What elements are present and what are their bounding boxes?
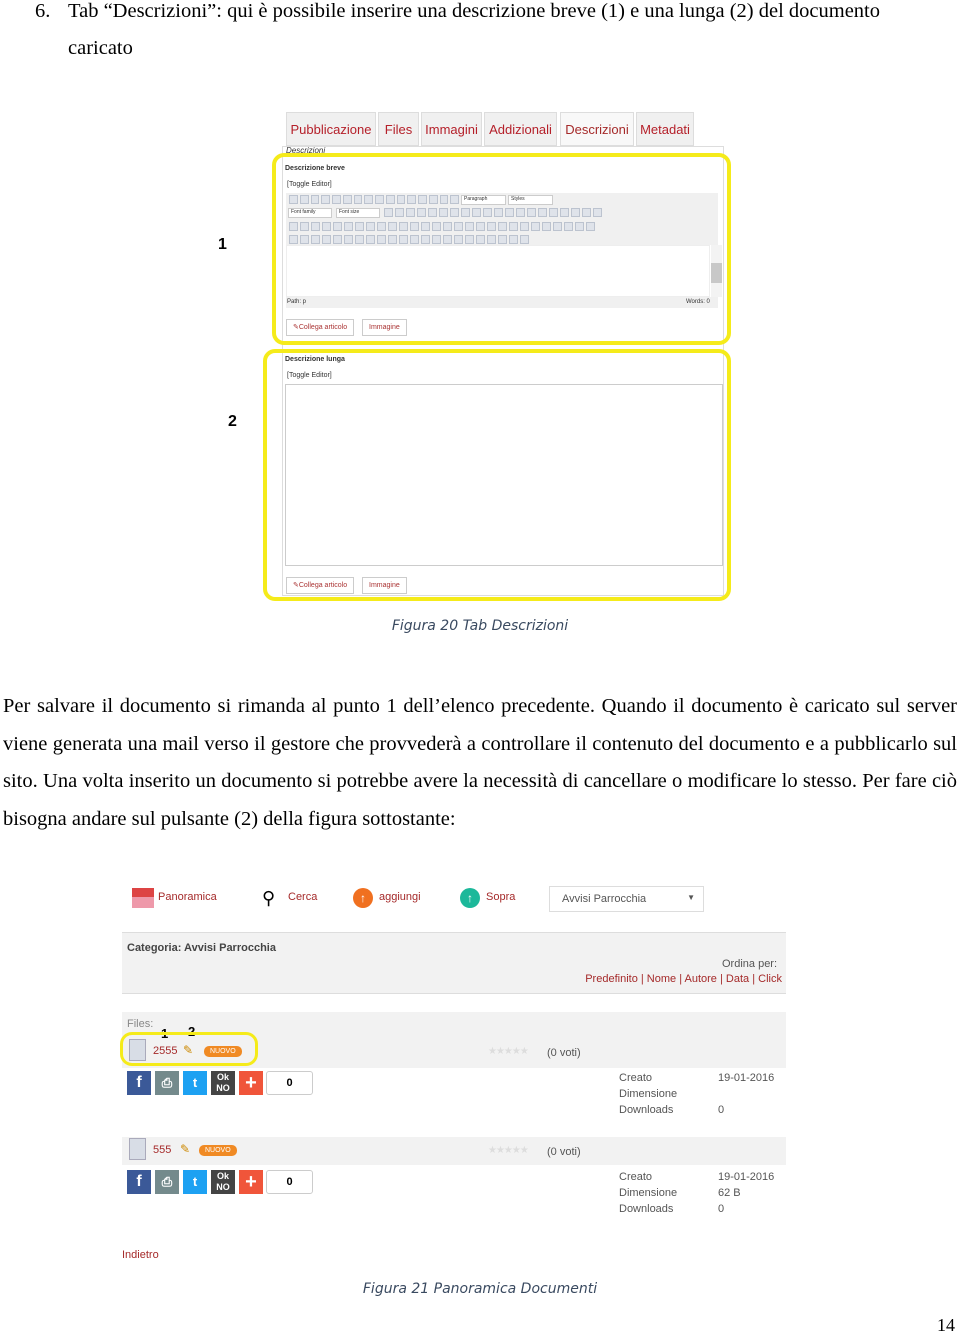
- nav-panoramica[interactable]: Panoramica: [158, 891, 217, 903]
- nav-sopra[interactable]: Sopra: [486, 891, 515, 903]
- meta-label: Downloads: [619, 1104, 674, 1116]
- facebook-share-button[interactable]: f: [127, 1071, 151, 1095]
- twitter-share-button[interactable]: t: [183, 1071, 207, 1095]
- nav-cerca[interactable]: Cerca: [288, 891, 317, 903]
- page-number: 14: [937, 1315, 955, 1335]
- print-button[interactable]: ⎙: [155, 1071, 179, 1095]
- oknotizie-share-button[interactable]: Ok NO: [211, 1170, 235, 1194]
- tab-immagini[interactable]: Immagini: [421, 112, 482, 146]
- marker-2: 2: [228, 413, 237, 430]
- meta-value: 0: [718, 1104, 725, 1116]
- document-icon: [129, 1138, 146, 1160]
- add-share-button[interactable]: +: [239, 1170, 263, 1194]
- meta-label: Downloads: [619, 1203, 674, 1215]
- heading-number: 6.: [35, 0, 51, 22]
- rating-stars[interactable]: ★★★★★: [488, 1145, 529, 1156]
- dropdown-arrow-icon: ▼: [687, 893, 695, 902]
- meta-label: Dimensione: [619, 1088, 678, 1100]
- meta-label: Creato: [619, 1072, 653, 1084]
- order-nome[interactable]: Nome: [647, 973, 676, 985]
- vote-count: (0 voti): [547, 1047, 581, 1059]
- meta-value: 19-01-2016: [718, 1171, 775, 1183]
- highlight-short-description: [272, 153, 731, 345]
- tab-metadati[interactable]: Metadati: [636, 112, 694, 146]
- highlight-file-actions: [120, 1032, 258, 1066]
- category-title: Categoria: Avvisi Parrocchia: [127, 942, 276, 954]
- heading-text: Tab “Descrizioni”: qui è possibile inser…: [68, 0, 881, 22]
- home-icon: [132, 888, 154, 908]
- figure-caption: Figura 20 Tab Descrizioni: [391, 618, 569, 634]
- share-count: 0: [266, 1071, 313, 1095]
- vote-count: (0 voti): [547, 1146, 581, 1158]
- nav-aggiungi[interactable]: aggiungi: [379, 891, 421, 903]
- new-badge: NUOVO: [199, 1145, 237, 1156]
- meta-value: 62 B: [718, 1187, 741, 1199]
- meta-value: 19-01-2016: [718, 1072, 775, 1084]
- meta-label: Creato: [619, 1171, 653, 1183]
- order-data[interactable]: Data: [726, 973, 749, 985]
- order-predefinito[interactable]: Predefinito: [585, 973, 638, 985]
- file-name-link[interactable]: 555: [153, 1144, 171, 1156]
- marker-1: 1: [218, 236, 227, 253]
- meta-label: Dimensione: [619, 1187, 678, 1199]
- binoculars-icon: ⚲: [262, 888, 276, 908]
- body-paragraph: Per salvare il documento si rimanda al p…: [3, 695, 957, 830]
- category-select[interactable]: Avvisi Parrocchia ▼: [549, 886, 704, 912]
- rating-stars[interactable]: ★★★★★: [488, 1046, 529, 1057]
- meta-value: 0: [718, 1203, 725, 1215]
- tab-pubblicazione[interactable]: Pubblicazione: [286, 112, 376, 146]
- upload-icon: ↑: [353, 888, 373, 908]
- add-share-button[interactable]: +: [239, 1071, 263, 1095]
- oknotizie-share-button[interactable]: Ok NO: [211, 1071, 235, 1095]
- heading-text-cont: caricato: [68, 37, 133, 59]
- arrow-up-icon: ↑: [460, 888, 480, 908]
- order-autore[interactable]: Autore: [685, 973, 717, 985]
- print-button[interactable]: ⎙: [155, 1170, 179, 1194]
- twitter-share-button[interactable]: t: [183, 1170, 207, 1194]
- order-label: Ordina per:: [722, 958, 778, 970]
- facebook-share-button[interactable]: f: [127, 1170, 151, 1194]
- share-count: 0: [266, 1170, 313, 1194]
- files-label: Files:: [127, 1018, 154, 1030]
- order-click[interactable]: Click: [758, 973, 782, 985]
- edit-icon[interactable]: ✎: [180, 1142, 190, 1157]
- tab-files[interactable]: Files: [378, 112, 419, 146]
- highlight-long-description: [263, 349, 731, 601]
- order-links: Predefinito | Nome | Autore | Data | Cli…: [585, 973, 782, 985]
- tab-addizionali[interactable]: Addizionali: [484, 112, 557, 146]
- back-link[interactable]: Indietro: [122, 1249, 159, 1261]
- tab-descrizioni[interactable]: Descrizioni: [560, 112, 634, 146]
- figure-caption: Figura 21 Panoramica Documenti: [362, 1281, 598, 1297]
